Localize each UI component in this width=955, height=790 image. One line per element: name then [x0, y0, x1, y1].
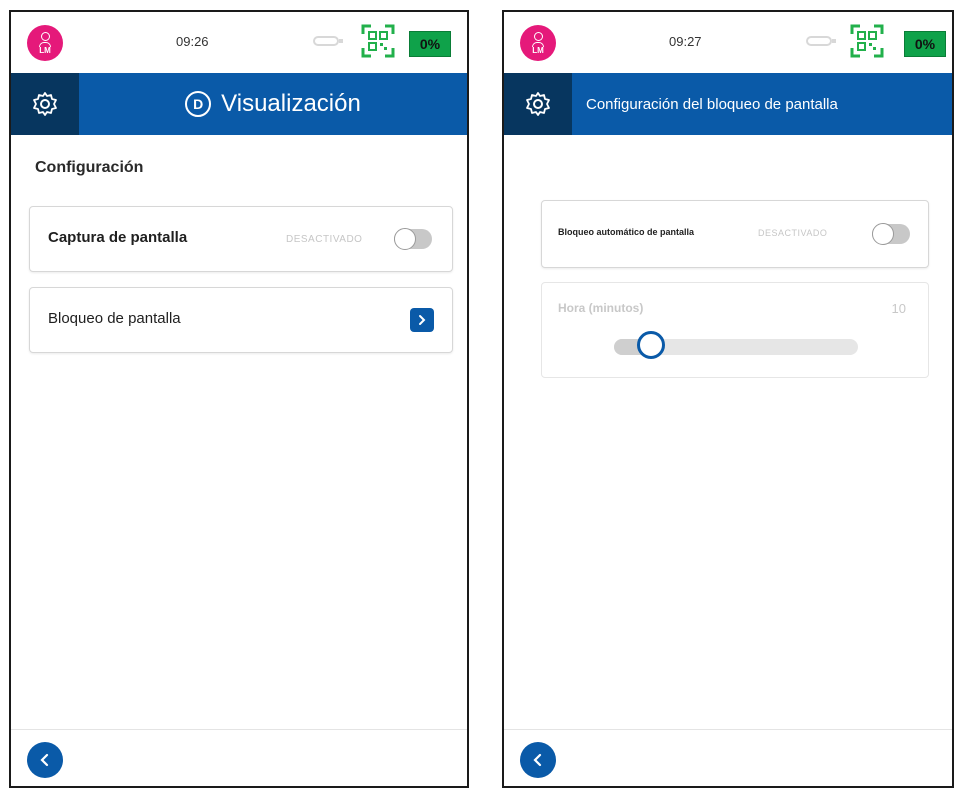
- chevron-left-icon: [40, 753, 49, 767]
- screen-capture-label: Captura de pantalla: [48, 229, 188, 246]
- auto-lock-state: DESACTIVADO: [758, 228, 828, 238]
- user-icon: [38, 31, 51, 47]
- lock-time-value: 10: [891, 301, 906, 316]
- clock: 09:27: [669, 34, 702, 49]
- bottom-bar: [11, 729, 467, 786]
- gear-icon: [526, 92, 550, 116]
- toggle-knob: [394, 228, 416, 250]
- title-bar: Configuración del bloqueo de pantalla: [504, 73, 952, 135]
- screen-capture-row: Captura de pantalla DESACTIVADO: [29, 206, 453, 272]
- screen-capture-toggle[interactable]: [394, 228, 432, 250]
- section-title: Configuración: [35, 159, 144, 176]
- avatar[interactable]: LM: [520, 25, 556, 61]
- chevron-right-icon: [419, 315, 426, 325]
- bottom-bar: [504, 729, 952, 786]
- user-icon: [531, 31, 544, 47]
- auto-lock-toggle[interactable]: [872, 223, 910, 245]
- screen-capture-state: DESACTIVADO: [286, 234, 363, 245]
- battery-indicator: 0%: [904, 31, 946, 57]
- chevron-left-icon: [533, 753, 542, 767]
- auto-lock-label: Bloqueo automático de pantalla: [558, 227, 695, 237]
- qr-code-icon[interactable]: [361, 24, 395, 58]
- toggle-knob: [872, 223, 894, 245]
- avatar-initials: LM: [39, 45, 51, 55]
- signal-icon: [313, 36, 343, 46]
- back-button[interactable]: [27, 742, 63, 778]
- settings-button[interactable]: [11, 73, 79, 135]
- status-bar: LM 09:26 0%: [11, 12, 467, 73]
- info-icon: D: [185, 91, 212, 117]
- page-title: D Visualización: [79, 90, 467, 118]
- settings-button[interactable]: [504, 73, 572, 135]
- lock-time-slider[interactable]: [614, 331, 858, 359]
- screen-lock-label: Bloqueo de pantalla: [48, 310, 181, 327]
- lock-time-row: Hora (minutos) 10: [541, 282, 929, 378]
- screen-lock-settings: LM 09:27 0% Configuración del bloqueo de…: [502, 10, 954, 788]
- back-button[interactable]: [520, 742, 556, 778]
- battery-indicator: 0%: [409, 31, 451, 57]
- screen-lock-open-button[interactable]: [410, 308, 434, 332]
- gear-icon: [33, 92, 57, 116]
- clock: 09:26: [176, 34, 209, 49]
- avatar-initials: LM: [532, 45, 544, 55]
- screen-visualizacion: LM 09:26 0% D Visualización Configuració…: [9, 10, 469, 788]
- status-bar: LM 09:27 0%: [504, 12, 952, 73]
- lock-time-label: Hora (minutos): [558, 301, 644, 315]
- screen-lock-row[interactable]: Bloqueo de pantalla: [29, 287, 453, 353]
- signal-icon: [806, 36, 836, 46]
- qr-code-icon[interactable]: [850, 24, 884, 58]
- title-bar: D Visualización: [11, 73, 467, 135]
- page-title-label: Visualización: [221, 90, 361, 117]
- avatar[interactable]: LM: [27, 25, 63, 61]
- page-title: Configuración del bloqueo de pantalla: [586, 95, 838, 113]
- slider-thumb[interactable]: [636, 331, 665, 359]
- auto-lock-row: Bloqueo automático de pantalla DESACTIVA…: [541, 200, 929, 268]
